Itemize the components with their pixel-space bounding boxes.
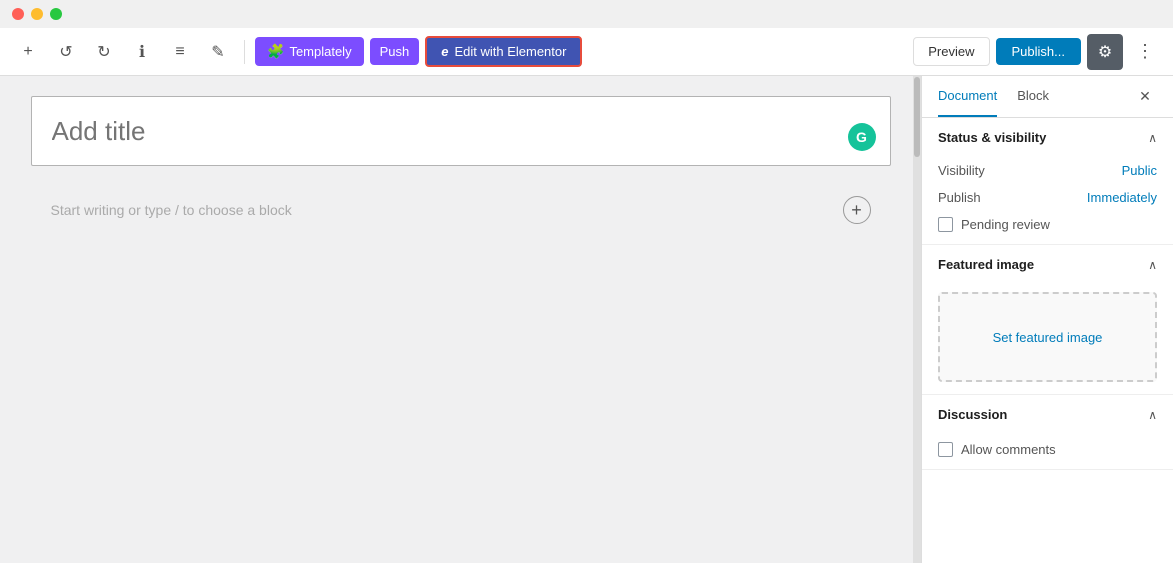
more-options-button[interactable]: ⋮ xyxy=(1129,36,1161,68)
elementor-icon: e xyxy=(441,44,448,59)
visibility-label: Visibility xyxy=(938,163,985,178)
info-button[interactable]: ℹ xyxy=(126,36,158,68)
chevron-up-icon: ∧ xyxy=(1148,131,1157,145)
publish-label: Publish xyxy=(938,190,981,205)
section-status-visibility: Status & visibility ∧ Visibility Public … xyxy=(922,118,1173,245)
featured-image-chevron-icon: ∧ xyxy=(1148,258,1157,272)
discussion-chevron-icon: ∧ xyxy=(1148,408,1157,422)
visibility-row: Visibility Public xyxy=(922,157,1173,184)
templately-icon: 🧩 xyxy=(267,43,284,60)
more-icon: ⋮ xyxy=(1136,41,1154,62)
tab-block[interactable]: Block xyxy=(1017,76,1049,117)
toolbar-divider xyxy=(244,40,245,64)
pending-review-checkbox[interactable] xyxy=(938,217,953,232)
allow-comments-label: Allow comments xyxy=(961,442,1056,457)
section-discussion: Discussion ∧ Allow comments xyxy=(922,395,1173,470)
section-featured-image: Featured image ∧ Set featured image xyxy=(922,245,1173,395)
grammarly-icon: G xyxy=(848,123,876,151)
publish-button[interactable]: Publish... xyxy=(996,38,1081,65)
sidebar-tabs: Document Block ✕ xyxy=(922,76,1173,118)
publish-row: Publish Immediately xyxy=(922,184,1173,211)
preview-button[interactable]: Preview xyxy=(913,37,989,66)
set-featured-image-label: Set featured image xyxy=(993,330,1103,345)
editor-content: G Start writing or type / to choose a bl… xyxy=(31,96,891,234)
settings-icon: ⚙ xyxy=(1098,42,1112,62)
sidebar-close-button[interactable]: ✕ xyxy=(1133,85,1157,109)
discussion-title: Discussion xyxy=(938,407,1007,422)
add-block-toolbar-button[interactable]: + xyxy=(12,36,44,68)
section-featured-image-header[interactable]: Featured image ∧ xyxy=(922,245,1173,284)
write-block: Start writing or type / to choose a bloc… xyxy=(31,186,891,234)
write-placeholder: Start writing or type / to choose a bloc… xyxy=(51,202,292,218)
list-view-button[interactable]: ≡ xyxy=(164,36,196,68)
push-button[interactable]: Push xyxy=(370,38,420,65)
set-featured-image-button[interactable]: Set featured image xyxy=(938,292,1157,382)
toolbar: + ↺ ↻ ℹ ≡ ✎ 🧩 Templately Push e Edit wit… xyxy=(0,28,1173,76)
maximize-window-button[interactable] xyxy=(50,8,62,20)
visibility-value[interactable]: Public xyxy=(1122,163,1157,178)
redo-button[interactable]: ↻ xyxy=(88,36,120,68)
scrollbar-thumb xyxy=(914,77,920,157)
editor-area[interactable]: G Start writing or type / to choose a bl… xyxy=(0,76,921,563)
code-editor-button[interactable]: ✎ xyxy=(202,36,234,68)
tab-document[interactable]: Document xyxy=(938,76,997,117)
title-block[interactable]: G xyxy=(31,96,891,166)
edit-with-elementor-button[interactable]: e Edit with Elementor xyxy=(425,36,582,67)
section-status-visibility-header[interactable]: Status & visibility ∧ xyxy=(922,118,1173,157)
sidebar: Document Block ✕ Status & visibility ∧ V… xyxy=(921,76,1173,563)
settings-button[interactable]: ⚙ xyxy=(1087,34,1123,70)
minimize-window-button[interactable] xyxy=(31,8,43,20)
title-bar xyxy=(0,0,1173,28)
add-block-inline-button[interactable]: + xyxy=(843,196,871,224)
pending-review-row: Pending review xyxy=(922,211,1173,244)
close-window-button[interactable] xyxy=(12,8,24,20)
publish-value[interactable]: Immediately xyxy=(1087,190,1157,205)
scrollbar-track[interactable] xyxy=(913,76,921,563)
undo-button[interactable]: ↺ xyxy=(50,36,82,68)
templately-button[interactable]: 🧩 Templately xyxy=(255,37,364,66)
status-visibility-title: Status & visibility xyxy=(938,130,1046,145)
featured-image-title: Featured image xyxy=(938,257,1034,272)
main-layout: G Start writing or type / to choose a bl… xyxy=(0,76,1173,563)
post-title-input[interactable] xyxy=(52,116,870,147)
pending-review-label: Pending review xyxy=(961,217,1050,232)
allow-comments-checkbox[interactable] xyxy=(938,442,953,457)
section-discussion-header[interactable]: Discussion ∧ xyxy=(922,395,1173,434)
allow-comments-row: Allow comments xyxy=(922,434,1173,469)
